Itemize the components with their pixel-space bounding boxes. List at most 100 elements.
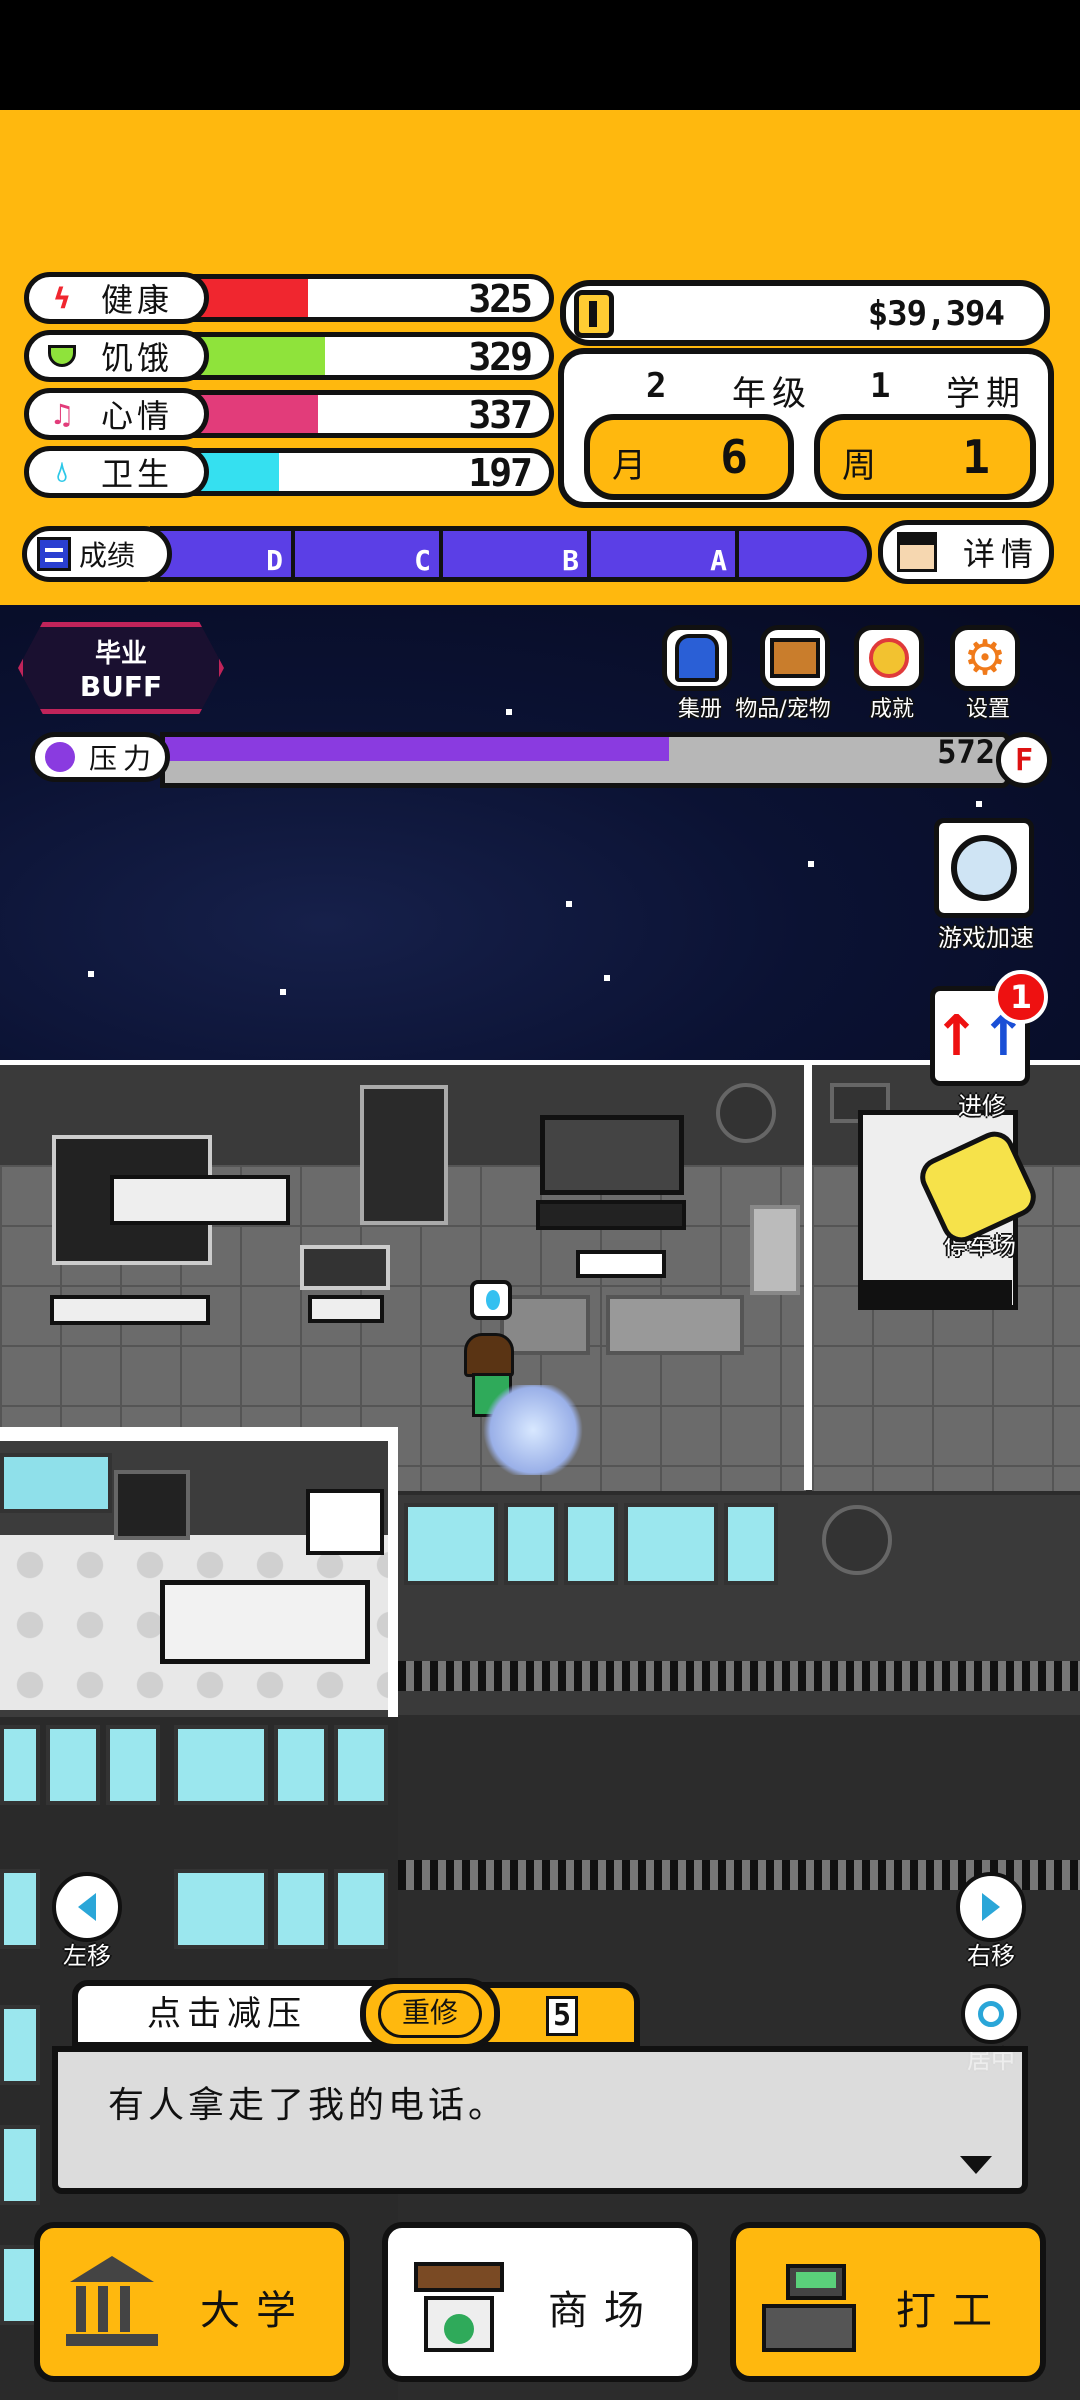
- medal-icon: [854, 625, 924, 691]
- dialog-box[interactable]: 有人拿走了我的电话。: [52, 2046, 1028, 2194]
- window: [274, 1869, 328, 1949]
- tap-to-relieve-tab[interactable]: 点击减压: [72, 1980, 382, 2048]
- left-arrow-icon: [52, 1872, 122, 1942]
- move-right-button[interactable]: 右移: [956, 1872, 1026, 1971]
- term-number: 1: [870, 366, 891, 406]
- move-right-label: 右移: [967, 1942, 1015, 1970]
- upgrade-badge: 1: [994, 970, 1048, 1024]
- window: [274, 1725, 328, 1805]
- coffee-table: [576, 1250, 666, 1278]
- parking-button[interactable]: 停车场: [913, 1125, 1043, 1261]
- stat-hunger: 饥饿 329: [24, 330, 554, 382]
- coin-icon: [574, 290, 614, 338]
- items-pets-label: 物品/宠物: [735, 697, 831, 722]
- university-button[interactable]: 大学: [34, 2222, 350, 2382]
- window: [0, 1725, 40, 1805]
- game-speed-button[interactable]: 游戏加速: [934, 818, 1038, 953]
- graduation-buff-badge[interactable]: 毕业 BUFF: [18, 622, 224, 714]
- stat-value: 337: [468, 393, 533, 437]
- stopwatch-icon: [934, 818, 1034, 918]
- achievements-label: 成就: [869, 697, 914, 722]
- grade-letter: A: [710, 544, 727, 577]
- tv-stand: [536, 1200, 686, 1230]
- mall-label: 商场: [548, 2288, 660, 2334]
- health-bar-fill: [194, 279, 308, 317]
- music-note-icon: ♫: [49, 397, 75, 431]
- car-shadow: [862, 1280, 1012, 1310]
- month-pill: 月 6: [584, 414, 794, 500]
- grade-number: 2: [646, 366, 667, 406]
- settings-button[interactable]: ⚙ 设置: [950, 625, 1026, 723]
- window: [106, 1725, 160, 1805]
- term-label: 学期: [946, 374, 1026, 414]
- retake-button[interactable]: 重修: [360, 1978, 500, 2050]
- star: [604, 975, 610, 981]
- star: [88, 971, 94, 977]
- grade-segment: [739, 531, 867, 577]
- bathtub: [160, 1580, 370, 1664]
- stress-label: 压力: [30, 732, 170, 782]
- part-time-job-button[interactable]: 打工: [730, 2222, 1046, 2382]
- month-value: 6: [720, 430, 748, 484]
- stat-label: 饥饿: [101, 339, 174, 377]
- university-icon: [60, 2256, 160, 2356]
- upgrade-label: 进修: [958, 1092, 1006, 1120]
- tv: [540, 1115, 684, 1195]
- window: [174, 1725, 268, 1805]
- items-pets-button[interactable]: 物品/宠物: [735, 625, 836, 723]
- water-drop-icon: 💧︎: [56, 455, 68, 488]
- details-button[interactable]: 详情: [878, 520, 1054, 584]
- album-icon: [662, 625, 732, 691]
- retake-count-tab: 5: [480, 1982, 640, 2048]
- stress-bar-fill: [165, 737, 669, 761]
- mall-button[interactable]: 商场: [382, 2222, 698, 2382]
- window: [564, 1503, 618, 1585]
- washing-machine: [306, 1489, 384, 1555]
- grades-text: 成绩: [79, 539, 136, 572]
- details-label: 详情: [963, 535, 1040, 573]
- lightning-icon: ϟ: [52, 281, 72, 315]
- thought-bubble: [470, 1280, 512, 1320]
- pet-creature[interactable]: [478, 1385, 588, 1475]
- settings-label: 设置: [965, 697, 1010, 722]
- gear-icon: ⚙: [950, 625, 1020, 691]
- stat-label: 心情: [101, 397, 174, 435]
- window: [46, 1725, 100, 1805]
- stat-value: 325: [468, 277, 533, 321]
- game-speed-label: 游戏加速: [938, 924, 1034, 952]
- grade-segment: A: [591, 531, 739, 577]
- window: [0, 1869, 40, 1949]
- hunger-bar-fill: [194, 337, 326, 375]
- stress-fail-marker: F: [996, 732, 1052, 788]
- star: [566, 901, 572, 907]
- stress-bar: 572: [160, 732, 1010, 788]
- week-value: 1: [962, 430, 990, 484]
- window: [504, 1503, 558, 1585]
- album-button[interactable]: 集册: [662, 625, 738, 723]
- grades-bar: D C B A: [150, 526, 872, 582]
- move-left-button[interactable]: 左移: [52, 1872, 122, 1971]
- stat-value: 197: [468, 451, 533, 495]
- stat-value: 329: [468, 335, 533, 379]
- month-label: 月: [612, 446, 646, 486]
- stat-health: ϟ 健康 325: [24, 272, 554, 324]
- ceiling-lamp: [716, 1083, 776, 1143]
- grades-label: 成绩: [22, 526, 172, 582]
- mood-bar-fill: [194, 395, 319, 433]
- album-label: 集册: [677, 697, 722, 722]
- skull-icon: [45, 742, 75, 772]
- fridge: [360, 1085, 448, 1225]
- university-label: 大学: [200, 2288, 312, 2334]
- grade-segment: C: [295, 531, 443, 577]
- window: [334, 1869, 388, 1949]
- floor-edge: [0, 1427, 396, 1441]
- money-display: $39,394: [560, 280, 1050, 346]
- mall-icon: [408, 2256, 508, 2356]
- calendar-panel: 2 年级 1 学期 月 6 周 1: [558, 348, 1054, 508]
- wall-divider: [804, 1060, 812, 1490]
- week-pill: 周 1: [814, 414, 1036, 500]
- retake-label: 重修: [401, 1996, 458, 2029]
- achievements-button[interactable]: 成就: [854, 625, 930, 723]
- grade-segment: D: [155, 531, 295, 577]
- star: [506, 709, 512, 715]
